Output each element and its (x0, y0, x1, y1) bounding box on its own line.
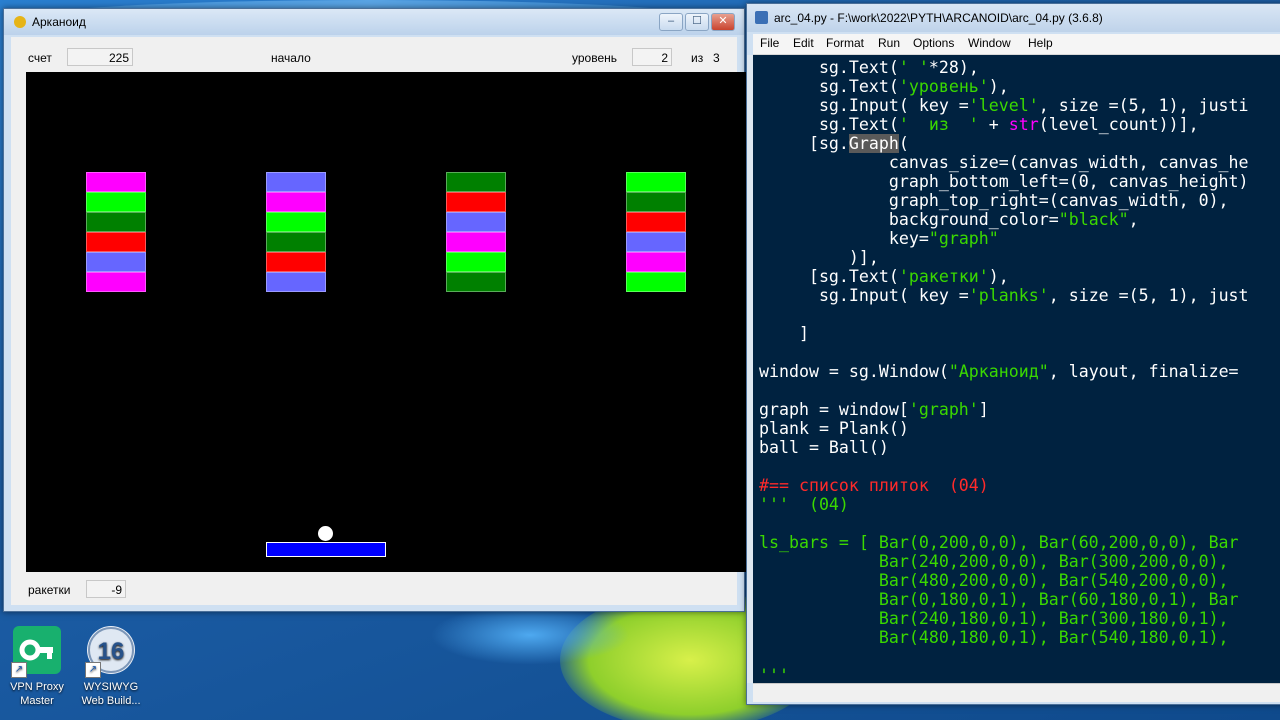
brick (626, 232, 686, 252)
menu-run[interactable]: Run (878, 36, 900, 50)
globe-16-icon: 16 ↗ (85, 626, 135, 678)
status-bar (753, 683, 1280, 702)
brick (266, 232, 326, 252)
menu-bar: File Edit Format Run Options Window Help (753, 34, 1280, 55)
brick (86, 252, 146, 272)
brick (446, 272, 506, 292)
brick (86, 172, 146, 192)
planks-label: ракетки (28, 583, 71, 597)
level-of-label: из (691, 51, 704, 65)
brick (266, 212, 326, 232)
key-icon: ↗ (11, 626, 61, 678)
svg-text:16: 16 (98, 638, 125, 665)
shortcut-arrow-icon: ↗ (85, 662, 101, 678)
brick (626, 172, 686, 192)
maximize-button[interactable]: ☐ (685, 13, 709, 31)
brick (626, 192, 686, 212)
menu-help[interactable]: Help (1028, 36, 1053, 50)
desktop-icon-label: WYSIWYG Web Build... (81, 681, 141, 707)
code-editor[interactable]: sg.Text(' '*28), sg.Text('уровень'), sg.… (753, 55, 1280, 683)
score-field[interactable]: 225 (67, 48, 133, 66)
brick (626, 252, 686, 272)
brick (446, 172, 506, 192)
brick (86, 192, 146, 212)
shortcut-arrow-icon: ↗ (11, 662, 27, 678)
ball (318, 526, 333, 541)
menu-format[interactable]: Format (826, 36, 864, 50)
desktop-icon-vpn-proxy-master[interactable]: ↗ VPN Proxy Master (0, 626, 74, 708)
desktop-icon-label: VPN Proxy Master (10, 681, 64, 707)
idle-editor-window[interactable]: arc_04.py - F:\work\2022\PYTH\ARCANOID\a… (746, 3, 1280, 705)
game-client-area: счет 225 начало уровень 2 из 3 ракетки -… (11, 37, 746, 605)
level-field[interactable]: 2 (632, 48, 672, 66)
brick (266, 192, 326, 212)
brick (446, 212, 506, 232)
brick (266, 252, 326, 272)
brick (446, 232, 506, 252)
window-title: Арканоид (32, 15, 86, 29)
menu-window[interactable]: Window (968, 36, 1011, 50)
planks-field[interactable]: -9 (86, 580, 126, 598)
score-label: счет (28, 51, 52, 65)
paddle (266, 542, 386, 557)
level-label: уровень (572, 51, 618, 65)
start-label: начало (271, 51, 311, 65)
brick (86, 232, 146, 252)
window-title: arc_04.py - F:\work\2022\PYTH\ARCANOID\a… (774, 11, 1103, 25)
brick (446, 252, 506, 272)
menu-edit[interactable]: Edit (793, 36, 814, 50)
title-bar[interactable]: arc_04.py - F:\work\2022\PYTH\ARCANOID\a… (747, 4, 1280, 32)
brick (266, 172, 326, 192)
brick (446, 192, 506, 212)
brick (86, 272, 146, 292)
code-block[interactable]: sg.Text(' '*28), sg.Text('уровень'), sg.… (759, 58, 1249, 683)
title-bar[interactable]: Арканоид – ☐ ✕ (4, 9, 744, 35)
minimize-button[interactable]: – (659, 13, 683, 31)
python-idle-icon (755, 11, 768, 24)
brick (86, 212, 146, 232)
menu-file[interactable]: File (760, 36, 779, 50)
menu-options[interactable]: Options (913, 36, 954, 50)
python-app-icon (14, 16, 26, 28)
desktop-icon-wysiwyg[interactable]: 16 ↗ WYSIWYG Web Build... (74, 626, 148, 708)
brick (626, 212, 686, 232)
level-count: 3 (713, 51, 720, 65)
game-canvas[interactable] (26, 72, 746, 572)
arkanoid-window[interactable]: Арканоид – ☐ ✕ счет 225 начало уровень 2… (3, 8, 746, 612)
brick (266, 272, 326, 292)
close-button[interactable]: ✕ (711, 13, 735, 31)
brick (626, 272, 686, 292)
wallpaper-glow (430, 605, 630, 665)
